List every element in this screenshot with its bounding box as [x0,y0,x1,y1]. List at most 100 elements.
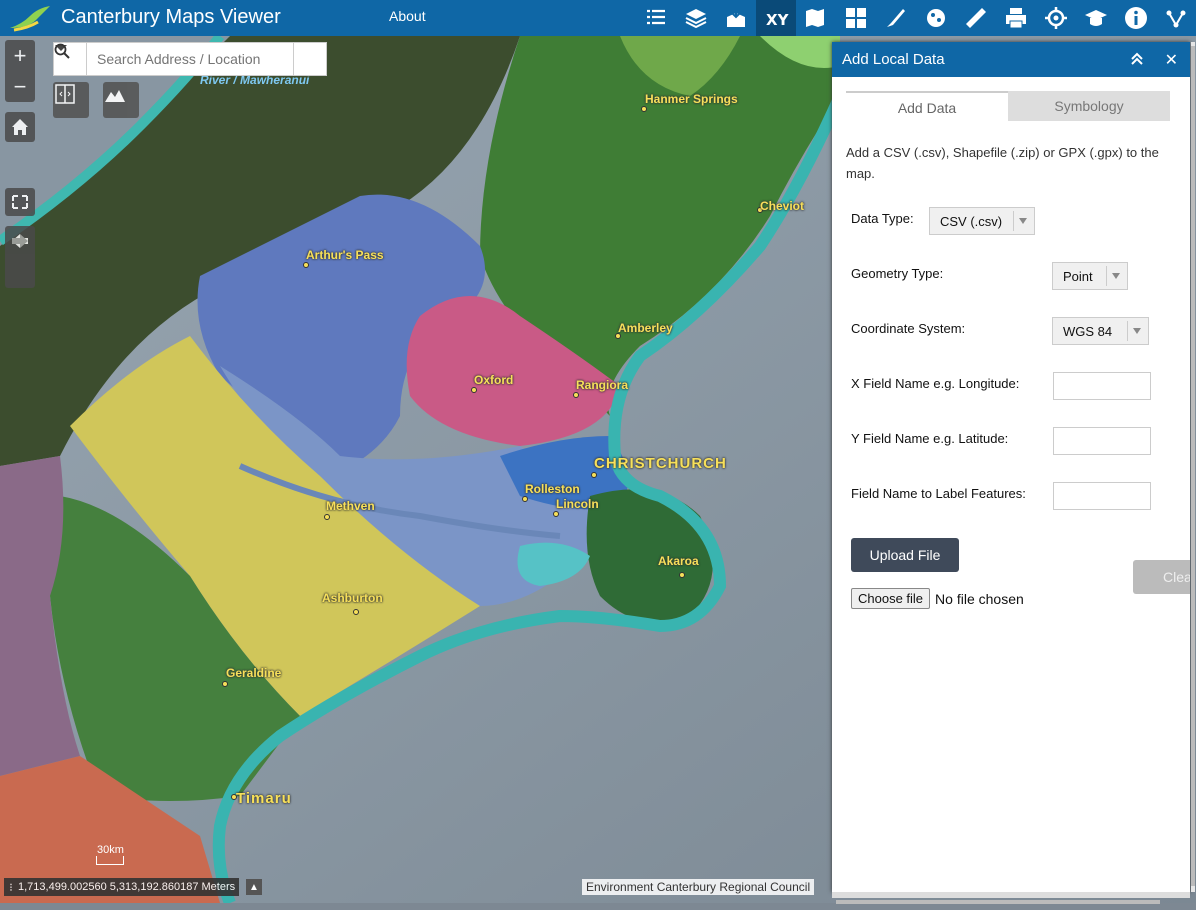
choose-file-button[interactable]: Choose file [851,588,931,609]
geometry-type-label: Geometry Type: [851,266,944,281]
place-label: Arthur's Pass [306,248,384,262]
place-marker [222,681,228,687]
panel-header: Add Local Data ✕ [832,42,1190,77]
toolbar-button-layer-list[interactable] [636,0,676,36]
print-icon [1006,8,1026,29]
canterbury-logo-icon [10,6,50,32]
place-label: Ashburton [322,591,383,605]
toolbar-button-add-data[interactable] [716,0,756,36]
next-extent-icon[interactable] [5,226,35,257]
fullscreen-button[interactable] [5,188,35,216]
toolbar-button-education[interactable] [1076,0,1116,36]
toolbar-button-xy[interactable]: XY [756,0,796,36]
widgets-icon [846,8,866,28]
panel-horizontal-scrollbar[interactable] [832,892,1190,904]
panel-scrollbar[interactable] [1190,42,1196,892]
data-type-select[interactable]: CSV (.csv) [929,207,1035,235]
place-marker [353,609,359,615]
data-type-label: Data Type: [851,211,914,226]
collapse-icon[interactable] [1130,52,1144,66]
toolbar-button-draw[interactable] [876,0,916,36]
place-label: Oxford [474,373,514,387]
expand-up-button[interactable]: ▲ [246,879,262,895]
chevron-down-icon [1013,211,1032,231]
geometry-type-value: Point [1063,268,1093,284]
header-toolbar: XY [636,0,1196,36]
layer-list-icon [647,9,665,25]
app-header: Canterbury Maps Viewer About XY [0,0,1196,36]
toolbar-button-info[interactable] [1116,0,1156,36]
swipe-button[interactable] [53,82,89,118]
place-marker [591,472,597,478]
search-input[interactable] [87,43,293,75]
toolbar-button-print[interactable] [996,0,1036,36]
tab-add-data[interactable]: Add Data [846,91,1008,123]
coordinate-system-value: WGS 84 [1063,323,1113,339]
panel-title: Add Local Data [842,51,945,68]
xy-icon: XY [766,11,789,29]
add-local-data-panel: Add Local Data ✕ Add Data Symbology Add … [832,42,1190,892]
label-field-input[interactable] [1053,482,1151,510]
place-marker [573,392,579,398]
extent-navigation [5,226,35,288]
place-label: Timaru [236,790,292,807]
place-marker [522,496,528,502]
toolbar-button-measure[interactable] [956,0,996,36]
add-data-icon [727,7,745,27]
data-type-value: CSV (.csv) [940,213,1003,229]
toolbar-button-analysis[interactable] [916,0,956,36]
place-label: Hanmer Springs [645,92,738,106]
chevron-down-icon [1127,321,1146,341]
coordinate-menu-icon[interactable]: ⁝ [4,881,18,894]
intro-text: Add a CSV (.csv), Shapefile (.zip) or GP… [846,145,1159,181]
measure-icon [966,8,986,28]
x-field-input[interactable] [1053,372,1151,400]
place-label: Geraldine [226,666,282,680]
coordinate-system-label: Coordinate System: [851,321,966,336]
home-icon [12,119,28,135]
tab-symbology[interactable]: Symbology [1008,91,1170,121]
toolbar-button-share[interactable] [1156,0,1196,36]
place-marker [303,262,309,268]
upload-file-button[interactable]: Upload File [851,538,959,572]
locate-icon [1045,7,1067,29]
clear-button[interactable]: Clear [1133,560,1190,594]
y-field-input[interactable] [1053,427,1151,455]
map-layers-icon [806,9,824,27]
fullscreen-icon [12,195,28,209]
place-label: Amberley [618,321,673,335]
place-label: Lincoln [556,497,599,511]
elevation-profile-icon [105,90,125,102]
share-icon [1166,10,1186,28]
place-marker [471,387,477,393]
svg-text:XY: XY [766,11,789,29]
home-button[interactable] [5,112,35,142]
toolbar-button-locate[interactable] [1036,0,1076,36]
elevation-profile-button[interactable] [103,82,139,118]
search-icon [54,43,70,59]
toolbar-button-basemap[interactable] [676,0,716,36]
zoom-out-button[interactable]: − [5,71,35,102]
search-button[interactable] [54,43,326,75]
zoom-in-button[interactable]: + [5,40,35,71]
place-label: Cheviot [760,199,805,213]
about-link[interactable]: About [389,8,426,24]
place-marker [679,572,685,578]
coordinate-system-select[interactable]: WGS 84 [1052,317,1149,345]
panel-tabs: Add Data Symbology [846,91,1170,123]
info-icon [1125,7,1147,29]
chevron-down-icon [1106,266,1125,286]
toolbar-button-map-layers[interactable] [796,0,836,36]
draw-icon [887,9,905,27]
place-label: Methven [326,499,375,513]
close-icon[interactable]: ✕ [1165,50,1178,70]
analysis-icon [927,9,945,27]
coordinate-readout: 1,713,499.002560 5,313,192.860187 Meters [18,881,236,893]
place-label: CHRISTCHURCH [594,455,727,472]
toolbar-button-widgets[interactable] [836,0,876,36]
education-icon [1085,10,1107,26]
file-status: No file chosen [935,590,1024,607]
scale-label: 30km [97,844,124,856]
app-title: Canterbury Maps Viewer [61,6,281,28]
geometry-type-select[interactable]: Point [1052,262,1128,290]
